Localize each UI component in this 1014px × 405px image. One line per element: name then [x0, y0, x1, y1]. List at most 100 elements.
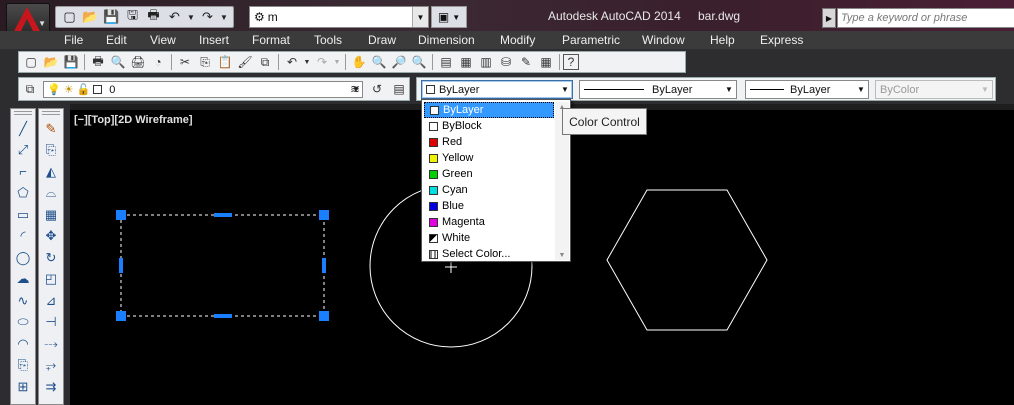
plot-icon[interactable]: 🖶	[88, 53, 108, 71]
redo-dropdown-icon[interactable]: ▼	[332, 53, 342, 71]
revision-cloud-icon[interactable]: ☁	[13, 269, 33, 291]
join-icon[interactable]: ⇉	[41, 376, 61, 398]
ellipse-arc-icon[interactable]: ◠	[13, 333, 33, 355]
rectangle-icon[interactable]: ▭	[13, 204, 33, 226]
undo-icon[interactable]: ↶	[165, 8, 184, 26]
menu-edit[interactable]: Edit	[106, 33, 127, 47]
arc-icon[interactable]: ◜	[13, 226, 33, 248]
quick-access-customize-button[interactable]: ▣ ▼	[431, 6, 467, 28]
viewport-controls-label[interactable]: [−][Top][2D Wireframe]	[74, 114, 193, 126]
break-icon[interactable]: ⥅	[41, 355, 61, 377]
mirror-icon[interactable]: ◭	[41, 161, 61, 183]
undo-icon[interactable]: ↶	[282, 53, 302, 71]
save-icon[interactable]: 💾	[61, 53, 81, 71]
circle-icon[interactable]: ◯	[13, 247, 33, 269]
layer-previous-icon[interactable]: ↺	[367, 80, 387, 98]
toolbar-grip[interactable]	[14, 111, 32, 115]
copy-icon[interactable]: ⎘	[195, 53, 215, 71]
pan-icon[interactable]: ✋	[349, 53, 369, 71]
color-option-cyan[interactable]: Cyan	[424, 182, 554, 198]
construction-line-icon[interactable]: ⤢	[13, 140, 33, 162]
erase-icon[interactable]: ✎	[41, 118, 61, 140]
copy-object-icon[interactable]: ⎘	[41, 140, 61, 162]
redo-icon[interactable]: ↷	[198, 8, 217, 26]
save-as-icon[interactable]: 🖫	[123, 7, 142, 26]
menu-file[interactable]: File	[64, 33, 83, 47]
workspace-select[interactable]: ⚙ m ▼	[249, 6, 429, 28]
plot-icon[interactable]: 🖶	[144, 7, 163, 26]
insert-block-icon[interactable]: ⎘	[13, 355, 33, 377]
search-expand-button[interactable]: ▶	[822, 8, 836, 28]
redo-dropdown-icon[interactable]: ▼	[219, 8, 229, 26]
color-option-select-color[interactable]: Select Color...	[424, 246, 554, 262]
color-option-green[interactable]: Green	[424, 166, 554, 182]
toolbar-grip[interactable]	[42, 111, 60, 115]
color-option-bylayer[interactable]: ByLayer	[424, 102, 554, 118]
cut-icon[interactable]: ✂	[175, 53, 195, 71]
menu-view[interactable]: View	[150, 33, 176, 47]
publish-icon[interactable]: 🖨	[128, 53, 148, 71]
save-icon[interactable]: 💾	[102, 8, 121, 26]
layer-properties-icon[interactable]: ⧉	[20, 80, 40, 98]
make-block-icon[interactable]: ⊞	[13, 376, 33, 398]
layer-control[interactable]: 💡 ☀ 🔓 0 ▼	[43, 81, 363, 98]
markup-icon[interactable]: ✎	[516, 53, 536, 71]
menu-help[interactable]: Help	[710, 33, 735, 47]
menu-tools[interactable]: Tools	[314, 33, 342, 47]
menu-parametric[interactable]: Parametric	[562, 33, 620, 47]
spline-icon[interactable]: ∿	[13, 290, 33, 312]
color-option-red[interactable]: Red	[424, 134, 554, 150]
trim-icon[interactable]: ⊣	[41, 312, 61, 334]
stretch-icon[interactable]: ⊿	[41, 290, 61, 312]
layer-states-icon[interactable]: ▤	[389, 80, 409, 98]
calculator-icon[interactable]: ▦	[536, 53, 556, 71]
move-icon[interactable]: ✥	[41, 226, 61, 248]
offset-icon[interactable]: ⌓	[41, 183, 61, 205]
color-option-white[interactable]: White	[424, 230, 554, 246]
match-properties-icon[interactable]: 🖌	[235, 53, 255, 71]
line-icon[interactable]: ╱	[13, 118, 33, 140]
chevron-down-icon[interactable]: ▼	[412, 7, 428, 27]
tool-palettes-icon[interactable]: ▥	[476, 53, 496, 71]
make-current-layer-icon[interactable]: ≋	[345, 80, 365, 98]
new-icon[interactable]: ▢	[21, 53, 41, 71]
undo-dropdown-icon[interactable]: ▼	[302, 53, 312, 71]
paste-icon[interactable]: 📋	[215, 53, 235, 71]
color-option-byblock[interactable]: ByBlock	[424, 118, 554, 134]
3d-print-icon[interactable]: ◔	[148, 53, 168, 71]
search-input[interactable]: Type a keyword or phrase	[837, 8, 1014, 28]
menu-format[interactable]: Format	[252, 33, 290, 47]
menu-dimension[interactable]: Dimension	[418, 33, 475, 47]
polygon-icon[interactable]: ⬠	[13, 183, 33, 205]
menu-insert[interactable]: Insert	[199, 33, 229, 47]
color-option-magenta[interactable]: Magenta	[424, 214, 554, 230]
ellipse-icon[interactable]: ⬭	[13, 312, 33, 334]
polyline-icon[interactable]: ⌐	[13, 161, 33, 183]
lineweight-control[interactable]: ByLayer ▼	[745, 80, 869, 99]
menu-draw[interactable]: Draw	[368, 33, 396, 47]
scroll-down-icon[interactable]: ▼	[555, 250, 569, 260]
color-control[interactable]: ByLayer ▼	[421, 80, 573, 99]
design-center-icon[interactable]: ▦	[456, 53, 476, 71]
extend-icon[interactable]: ⤏	[41, 333, 61, 355]
new-icon[interactable]: ▢	[60, 8, 79, 26]
plot-preview-icon[interactable]: 🔍	[108, 53, 128, 71]
help-icon[interactable]: ?	[563, 54, 579, 70]
menu-window[interactable]: Window	[642, 33, 685, 47]
block-editor-icon[interactable]: ⧉	[255, 53, 275, 71]
color-option-blue[interactable]: Blue	[424, 198, 554, 214]
menu-express[interactable]: Express	[760, 33, 803, 47]
linetype-control[interactable]: ByLayer ▼	[579, 80, 737, 99]
sheet-set-icon[interactable]: ⛁	[496, 53, 516, 71]
zoom-previous-icon[interactable]: 🔍	[409, 53, 429, 71]
zoom-window-icon[interactable]: 🔎	[389, 53, 409, 71]
menu-modify[interactable]: Modify	[500, 33, 535, 47]
rotate-icon[interactable]: ↻	[41, 247, 61, 269]
zoom-realtime-icon[interactable]: 🔍	[369, 53, 389, 71]
properties-icon[interactable]: ▤	[436, 53, 456, 71]
color-option-yellow[interactable]: Yellow	[424, 150, 554, 166]
undo-dropdown-icon[interactable]: ▼	[186, 8, 196, 26]
open-icon[interactable]: 📂	[41, 53, 61, 71]
redo-icon[interactable]: ↷	[312, 53, 332, 71]
array-icon[interactable]: ▦	[41, 204, 61, 226]
